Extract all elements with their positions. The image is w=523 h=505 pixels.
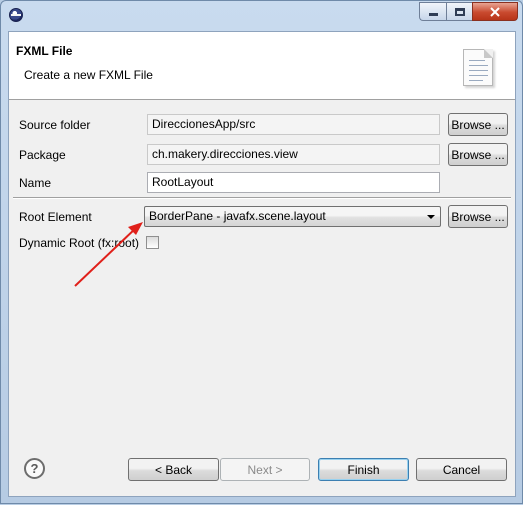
package-label: Package <box>19 148 66 162</box>
close-button[interactable] <box>472 2 518 21</box>
window-controls <box>419 2 518 21</box>
source-folder-field[interactable]: DireccionesApp/src <box>147 114 440 135</box>
doc-line <box>469 75 488 76</box>
name-input[interactable]: RootLayout <box>147 172 440 193</box>
document-icon <box>463 49 493 86</box>
close-icon <box>490 6 500 17</box>
maximize-icon <box>454 7 465 16</box>
title-bar[interactable] <box>1 1 522 31</box>
root-element-label: Root Element <box>19 210 92 224</box>
minimize-icon <box>428 12 438 16</box>
chevron-down-icon <box>427 215 435 219</box>
root-element-selected-value: BorderPane - javafx.scene.layout <box>149 209 326 223</box>
help-icon[interactable]: ? <box>24 458 45 479</box>
dynamic-root-label: Dynamic Root (fx:root) <box>19 236 140 250</box>
next-button[interactable]: Next > <box>220 458 310 481</box>
finish-button[interactable]: Finish <box>318 458 409 481</box>
wizard-description: Create a new FXML File <box>24 68 153 82</box>
form-separator <box>13 197 511 199</box>
wizard-title: FXML File <box>16 44 73 58</box>
doc-line <box>469 80 483 81</box>
maximize-button[interactable] <box>446 2 472 21</box>
wizard-banner: FXML File Create a new FXML File <box>9 32 515 100</box>
dynamic-root-checkbox[interactable] <box>146 236 159 249</box>
browse-package-button[interactable]: Browse ... <box>448 143 508 166</box>
cancel-button[interactable]: Cancel <box>416 458 507 481</box>
name-label: Name <box>19 176 52 190</box>
browse-source-folder-button[interactable]: Browse ... <box>448 113 508 136</box>
minimize-button[interactable] <box>419 2 446 21</box>
back-button[interactable]: < Back <box>128 458 219 481</box>
browse-root-element-button[interactable]: Browse ... <box>448 205 508 228</box>
doc-line <box>469 70 488 71</box>
package-field[interactable]: ch.makery.direcciones.view <box>147 144 440 165</box>
doc-line <box>469 60 485 61</box>
dialog-window: FXML File Create a new FXML File Source … <box>0 0 523 504</box>
eclipse-app-icon <box>9 8 23 22</box>
root-element-dropdown[interactable]: BorderPane - javafx.scene.layout <box>144 206 441 227</box>
dialog-client-area: FXML File Create a new FXML File Source … <box>8 31 516 497</box>
source-folder-label: Source folder <box>19 118 91 132</box>
doc-line <box>469 65 488 66</box>
